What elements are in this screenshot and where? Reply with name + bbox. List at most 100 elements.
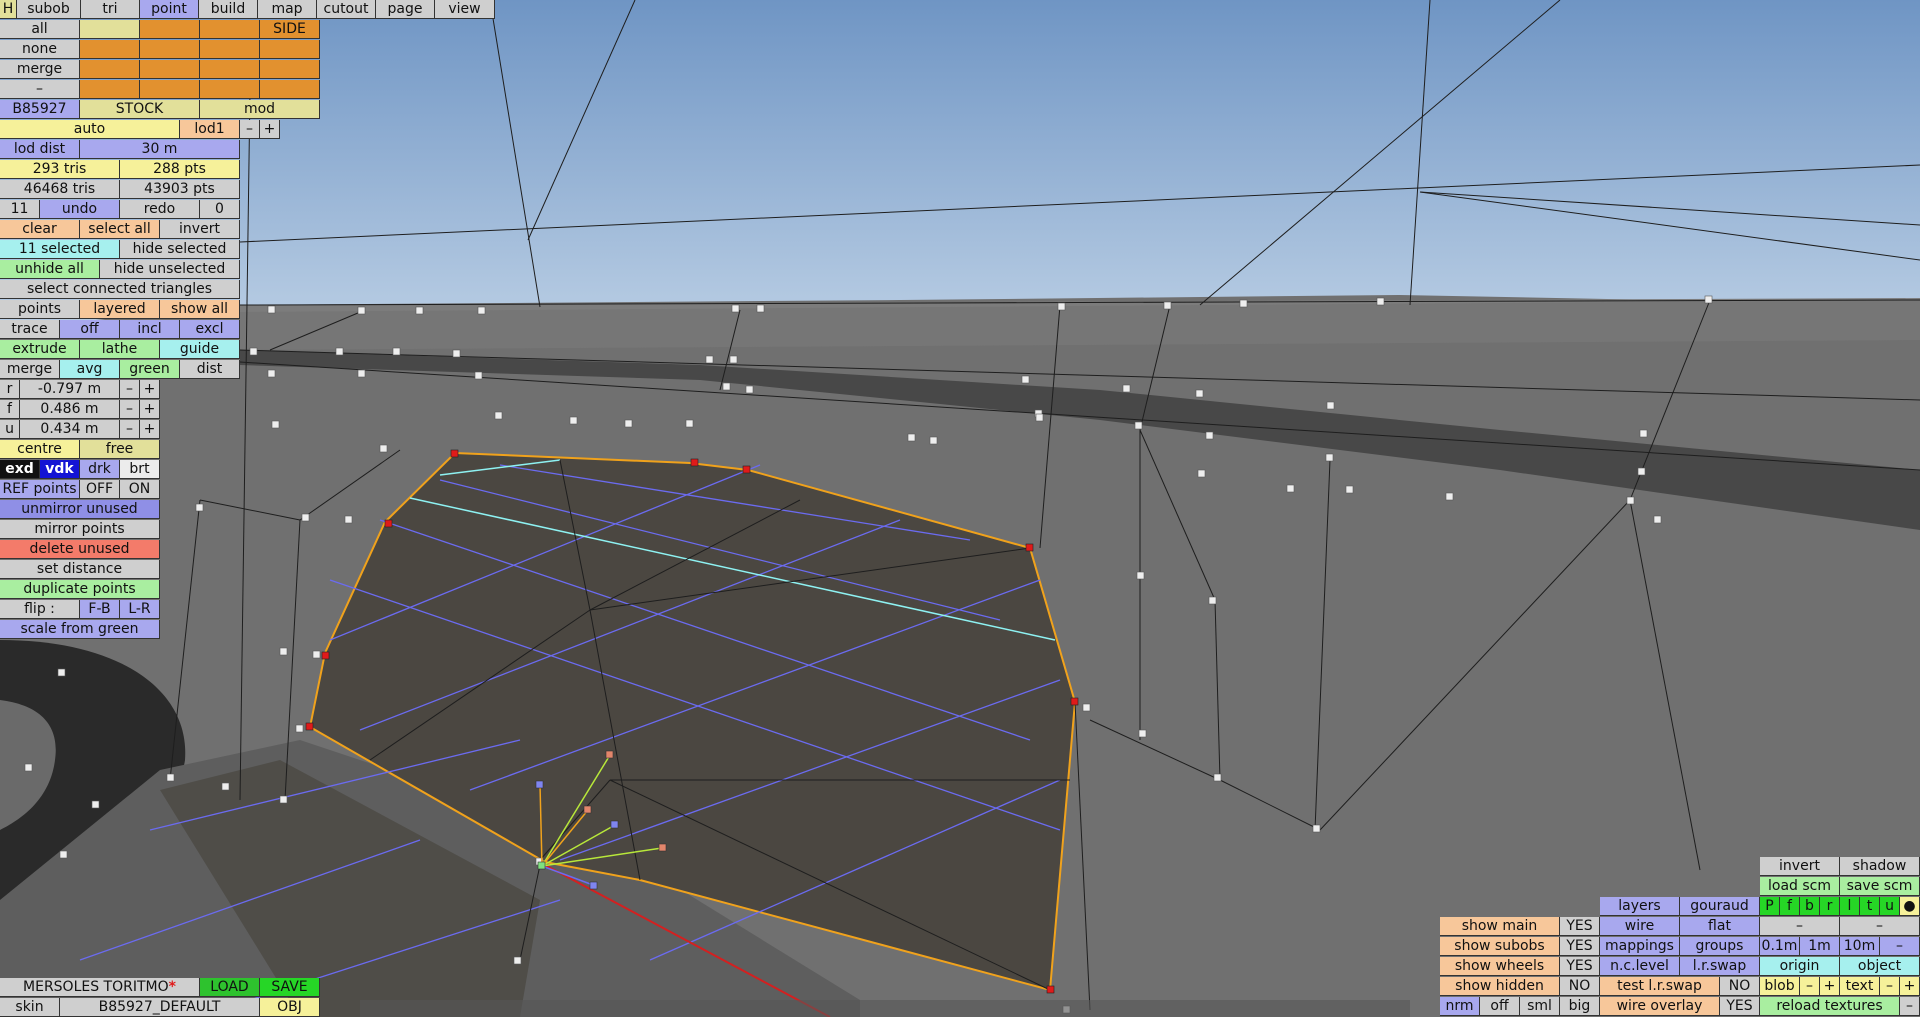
minus-row-button[interactable]: – bbox=[0, 80, 80, 99]
wire-overlay-value[interactable]: YES bbox=[1720, 997, 1760, 1016]
f-value-field[interactable]: 0.486 m bbox=[20, 400, 120, 419]
tab-page[interactable]: page bbox=[376, 0, 435, 19]
lod-auto-button[interactable]: auto bbox=[0, 120, 180, 139]
trace-excl-button[interactable]: excl bbox=[180, 320, 240, 339]
merge-points-button[interactable]: merge bbox=[0, 360, 60, 379]
lod-minus-button[interactable]: – bbox=[240, 120, 260, 139]
tab-subob[interactable]: subob bbox=[17, 0, 81, 19]
clear-button[interactable]: clear bbox=[0, 220, 80, 239]
select-none-row-button[interactable]: none bbox=[0, 40, 80, 59]
off-button[interactable]: off bbox=[1480, 997, 1520, 1016]
skin-value[interactable]: B85927_DEFAULT bbox=[60, 998, 260, 1017]
layer-slot[interactable] bbox=[200, 40, 260, 59]
tab-h[interactable]: H bbox=[0, 0, 17, 19]
r-plus-button[interactable]: + bbox=[140, 380, 160, 399]
invert-view-button[interactable]: invert bbox=[1760, 857, 1840, 876]
flip-lr-button[interactable]: L-R bbox=[120, 600, 160, 619]
show-hidden-value[interactable]: NO bbox=[1560, 977, 1600, 996]
layer-flag-u[interactable]: u bbox=[1880, 897, 1900, 916]
guide-button[interactable]: guide bbox=[160, 340, 240, 359]
reload-minus-button[interactable]: – bbox=[1900, 997, 1920, 1016]
layer-slot[interactable] bbox=[260, 80, 320, 99]
dist-button[interactable]: dist bbox=[180, 360, 240, 379]
r-minus-button[interactable]: – bbox=[120, 380, 140, 399]
lod-plus-button[interactable]: + bbox=[260, 120, 280, 139]
hide-unselected-button[interactable]: hide unselected bbox=[100, 260, 240, 279]
show-wheels-value[interactable]: YES bbox=[1560, 957, 1600, 976]
side-view-button[interactable]: SIDE bbox=[260, 20, 320, 39]
wire-button[interactable]: wire bbox=[1600, 917, 1680, 936]
blob-button[interactable]: blob bbox=[1760, 977, 1800, 996]
obj-button[interactable]: OBJ bbox=[260, 998, 320, 1017]
layer-slot[interactable] bbox=[80, 60, 140, 79]
reload-textures-button[interactable]: reload textures bbox=[1760, 997, 1900, 1016]
blob-plus-button[interactable]: + bbox=[1820, 977, 1840, 996]
r-value-field[interactable]: -0.797 m bbox=[20, 380, 120, 399]
layer-slot[interactable] bbox=[260, 40, 320, 59]
invert-selection-button[interactable]: invert bbox=[160, 220, 240, 239]
scale-from-green-button[interactable]: scale from green bbox=[0, 620, 160, 639]
select-all-row-button[interactable]: all bbox=[0, 20, 80, 39]
grid-1m-button[interactable]: 1m bbox=[1800, 937, 1840, 956]
layers-button[interactable]: layers bbox=[1600, 897, 1680, 916]
text-button[interactable]: text bbox=[1840, 977, 1880, 996]
set-distance-button[interactable]: set distance bbox=[0, 560, 160, 579]
layer-flag-r[interactable]: r bbox=[1820, 897, 1840, 916]
text-minus-button[interactable]: – bbox=[1880, 977, 1900, 996]
show-wheels-toggle[interactable]: show wheels bbox=[1440, 957, 1560, 976]
undo-button[interactable]: undo bbox=[40, 200, 120, 219]
unhide-all-button[interactable]: unhide all bbox=[0, 260, 100, 279]
duplicate-points-button[interactable]: duplicate points bbox=[0, 580, 160, 599]
tab-view[interactable]: view bbox=[435, 0, 495, 19]
layer-minus-button[interactable]: – bbox=[1760, 917, 1840, 936]
layer-flag-l[interactable]: l bbox=[1840, 897, 1860, 916]
u-value-field[interactable]: 0.434 m bbox=[20, 420, 120, 439]
layer-flag-p[interactable]: P bbox=[1760, 897, 1780, 916]
stock-button[interactable]: STOCK bbox=[80, 100, 200, 119]
green-button[interactable]: green bbox=[120, 360, 180, 379]
test-lr-swap-value[interactable]: NO bbox=[1720, 977, 1760, 996]
tab-point[interactable]: point bbox=[140, 0, 199, 19]
select-connected-button[interactable]: select connected triangles bbox=[0, 280, 240, 299]
layer-slot[interactable] bbox=[200, 80, 260, 99]
flip-fb-button[interactable]: F-B bbox=[80, 600, 120, 619]
centre-button[interactable]: centre bbox=[0, 440, 80, 459]
f-minus-button[interactable]: – bbox=[120, 400, 140, 419]
flat-button[interactable]: flat bbox=[1680, 917, 1760, 936]
merge-row-button[interactable]: merge bbox=[0, 60, 80, 79]
f-plus-button[interactable]: + bbox=[140, 400, 160, 419]
model-id-button[interactable]: B85927 bbox=[0, 100, 80, 119]
blob-minus-button[interactable]: – bbox=[1800, 977, 1820, 996]
show-hidden-toggle[interactable]: show hidden bbox=[1440, 977, 1560, 996]
show-all-button[interactable]: show all bbox=[160, 300, 240, 319]
trace-off-button[interactable]: off bbox=[60, 320, 120, 339]
layer-flag-dot[interactable]: ● bbox=[1900, 897, 1920, 916]
layer-slot[interactable] bbox=[80, 20, 140, 39]
layer-slot[interactable] bbox=[80, 40, 140, 59]
tab-cutout[interactable]: cutout bbox=[317, 0, 376, 19]
ref-off-button[interactable]: OFF bbox=[80, 480, 120, 499]
shade-drk-button[interactable]: drk bbox=[80, 460, 120, 479]
save-button[interactable]: SAVE bbox=[260, 978, 320, 997]
layer-slot[interactable] bbox=[140, 20, 200, 39]
sml-button[interactable]: sml bbox=[1520, 997, 1560, 1016]
load-button[interactable]: LOAD bbox=[200, 978, 260, 997]
shadow-button[interactable]: shadow bbox=[1840, 857, 1920, 876]
save-scm-button[interactable]: save scm bbox=[1840, 877, 1920, 896]
points-mode-button[interactable]: points bbox=[0, 300, 80, 319]
shade-vdk-button[interactable]: vdk bbox=[40, 460, 80, 479]
tab-build[interactable]: build bbox=[199, 0, 258, 19]
u-minus-button[interactable]: – bbox=[120, 420, 140, 439]
shade-exd-button[interactable]: exd bbox=[0, 460, 40, 479]
grid-minus-button[interactable]: – bbox=[1880, 937, 1920, 956]
redo-button[interactable]: redo bbox=[120, 200, 200, 219]
avg-button[interactable]: avg bbox=[60, 360, 120, 379]
show-main-value[interactable]: YES bbox=[1560, 917, 1600, 936]
wire-overlay-toggle[interactable]: wire overlay bbox=[1600, 997, 1720, 1016]
show-subobs-toggle[interactable]: show subobs bbox=[1440, 937, 1560, 956]
groups-button[interactable]: groups bbox=[1680, 937, 1760, 956]
layer-slot[interactable] bbox=[140, 60, 200, 79]
layer-flag-t[interactable]: t bbox=[1860, 897, 1880, 916]
layer-slot[interactable] bbox=[200, 60, 260, 79]
layer-flag-f[interactable]: f bbox=[1780, 897, 1800, 916]
